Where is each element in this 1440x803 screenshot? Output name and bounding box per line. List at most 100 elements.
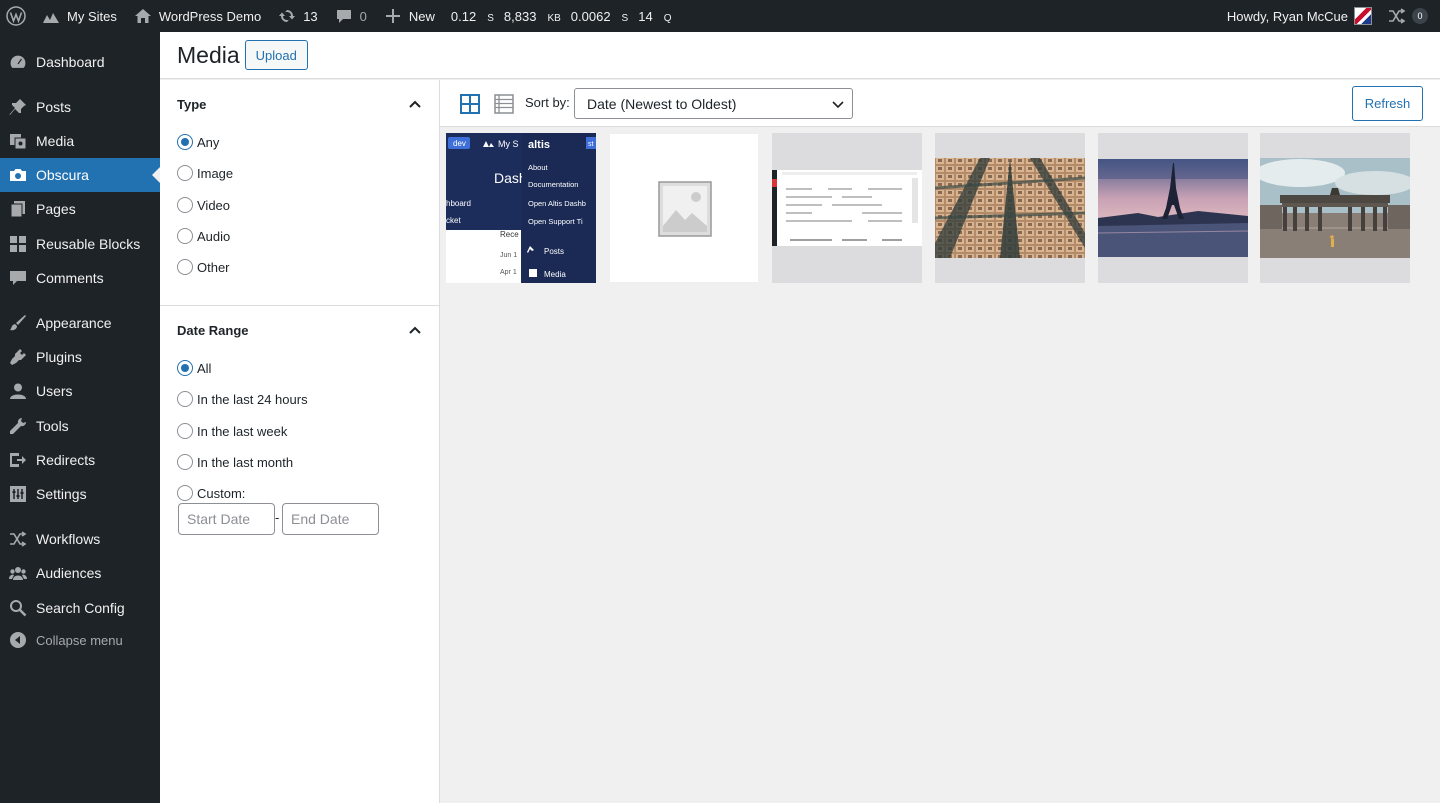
account-menu[interactable]: Howdy, Ryan McCue [1219,0,1380,32]
media-item-city-aerial[interactable] [935,133,1085,283]
sidebar-item-label: Appearance [36,315,112,331]
site-name-menu[interactable]: WordPress Demo [125,0,269,32]
date-filter-section: Date Range [160,306,439,354]
updates-link[interactable]: 13 [269,0,325,32]
my-sites-menu[interactable]: My Sites [33,0,125,32]
shuffle-icon [0,530,36,548]
wrench-icon [0,417,36,435]
stat-query-count: 14 Q [638,8,672,24]
collapse-menu-button[interactable]: Collapse menu [0,623,160,657]
my-sites-icon [41,6,61,26]
radio-button[interactable] [177,485,193,501]
radio-button[interactable] [177,228,193,244]
sidebar-item-label: Pages [36,201,76,217]
radio-button[interactable] [177,259,193,275]
refresh-button[interactable]: Refresh [1352,86,1423,121]
sidebar-item-media[interactable]: Media [0,124,160,158]
sidebar-item-comments[interactable]: Comments [0,261,160,295]
media-item-document-screenshot[interactable] [772,133,922,283]
sidebar-item-pages[interactable]: Pages [0,192,160,226]
type-option-video[interactable]: Video [177,197,230,213]
sidebar-item-appearance[interactable]: Appearance [0,306,160,340]
list-view-button[interactable] [494,94,514,114]
media-thumbnail: dev My S Dash hboard cket Activ Rece Jun… [446,133,596,283]
date-option-all[interactable]: All [177,360,211,376]
radio-button[interactable] [177,454,193,470]
sidebar-item-settings[interactable]: Settings [0,477,160,511]
wordpress-logo-button[interactable] [0,0,33,32]
sort-value: Date (Newest to Oldest) [587,95,737,112]
sidebar-item-plugins[interactable]: Plugins [0,340,160,374]
new-content-menu[interactable]: New [375,0,443,32]
sidebar-item-reusable-blocks[interactable]: Reusable Blocks [0,227,160,261]
type-option-other[interactable]: Other [177,259,230,275]
type-option-audio[interactable]: Audio [177,228,230,244]
sidebar-item-workflows[interactable]: Workflows [0,522,160,556]
stat-page-time: 0.12 S [450,8,494,24]
sidebar-item-dashboard[interactable]: Dashboard [0,45,160,79]
type-filter-header[interactable]: Type [160,80,439,128]
comment-bubble-icon [334,6,354,26]
sidebar-item-tools[interactable]: Tools [0,409,160,443]
svg-text:cket: cket [446,216,461,225]
notification-count: 0 [1412,8,1428,24]
chevron-up-icon [409,100,421,108]
query-monitor-stats[interactable]: 0.12 S 8,833 KB 0.0062 S 14 Q [443,0,690,32]
sidebar-item-label: Obscura [36,167,89,183]
radio-label: In the last 24 hours [197,391,308,407]
sidebar-item-redirects[interactable]: Redirects [0,443,160,477]
radio-button[interactable] [177,134,193,150]
radio-button[interactable] [177,360,193,376]
sidebar-item-audiences[interactable]: Audiences [0,556,160,590]
admin-bar: My Sites WordPress Demo 13 0 New 0.12 S 8… [0,0,1440,32]
media-item-eiffel-tower[interactable] [1098,133,1248,283]
new-label: New [408,8,435,24]
avatar [1354,7,1372,25]
pages-icon [0,200,36,218]
sort-select[interactable]: Date (Newest to Oldest) [574,88,853,119]
date-option-week[interactable]: In the last week [177,423,287,439]
date-filter-header[interactable]: Date Range [160,306,439,354]
radio-button[interactable] [177,423,193,439]
date-option-custom[interactable]: Custom: [177,485,245,501]
camera-icon [0,166,36,184]
media-item-brandenburg-gate[interactable] [1260,133,1410,283]
sidebar-item-search-config[interactable]: Search Config [0,591,160,625]
type-filter-section: Type [160,80,439,128]
date-filter-title: Date Range [177,322,249,338]
workflows-notifications[interactable]: 0 [1380,0,1440,32]
radio-label: Image [197,165,234,181]
media-thumbnail [772,133,922,283]
radio-button[interactable] [177,197,193,213]
plus-icon [383,6,403,26]
radio-button[interactable] [177,165,193,181]
date-option-24-hours[interactable]: In the last 24 hours [177,391,308,407]
radio-label: Custom: [197,485,246,501]
date-option-month[interactable]: In the last month [177,454,293,470]
media-item-altis-screenshot[interactable]: dev My S Dash hboard cket Activ Rece Jun… [446,133,596,283]
upload-button[interactable]: Upload [244,40,308,70]
sidebar-item-label: Users [36,383,73,399]
media-item-placeholder[interactable] [609,133,759,283]
type-option-image[interactable]: Image [177,165,233,181]
svg-text:My S: My S [498,139,519,149]
svg-text:Dash: Dash [494,170,527,186]
radio-label: All [197,360,212,376]
radio-label: Audio [197,228,231,244]
start-date-input[interactable] [178,503,275,535]
end-date-input[interactable] [282,503,379,535]
radio-label: In the last month [197,454,294,470]
svg-text:Jun 1: Jun 1 [500,252,517,259]
plug-icon [0,348,36,366]
comments-link[interactable]: 0 [326,0,375,32]
sidebar-item-obscura[interactable]: Obscura [0,158,160,192]
svg-text:hboard: hboard [446,199,471,208]
collapse-icon [0,631,36,649]
sidebar-item-posts[interactable]: Posts [0,90,160,124]
users-icon [0,382,36,400]
sidebar-item-label: Settings [36,486,87,502]
sidebar-item-users[interactable]: Users [0,374,160,408]
radio-button[interactable] [177,391,193,407]
grid-view-button[interactable] [460,94,480,114]
type-option-any[interactable]: Any [177,134,219,150]
